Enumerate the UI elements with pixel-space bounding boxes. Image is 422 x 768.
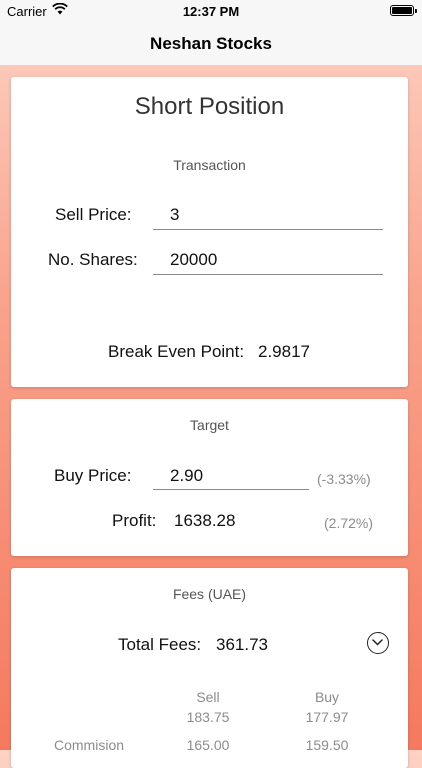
sell-price-underline — [153, 229, 383, 230]
sell-column-header: Sell — [196, 689, 220, 705]
shares-underline — [153, 274, 383, 275]
buy-change-percent: (-3.33%) — [317, 471, 371, 487]
total-fees-label: Total Fees: — [118, 635, 202, 654]
buy-column-header: Buy — [314, 689, 340, 705]
shares-input[interactable]: 20000 — [153, 246, 383, 276]
shares-label: No. Shares: — [48, 250, 138, 269]
break-even-value: 2.9817 — [258, 342, 310, 361]
buy-price-input[interactable]: 2.90 — [153, 462, 309, 492]
sell-total-value: 183.75 — [186, 709, 230, 725]
target-heading: Target — [190, 417, 229, 433]
buy-total-value: 177.97 — [305, 709, 349, 725]
profit-value: 1638.28 — [174, 511, 236, 530]
break-even-label: Break Even Point: — [108, 342, 245, 361]
fees-heading: Fees (UAE) — [172, 586, 247, 602]
total-fees-value: 361.73 — [216, 635, 268, 654]
nav-title: Neshan Stocks — [150, 34, 272, 53]
shares-value: 20000 — [170, 250, 218, 269]
chevron-down-icon — [372, 639, 383, 646]
sell-price-value: 3 — [170, 205, 180, 224]
target-card: Target Buy Price: 2.90 (-3.33%) Profit: … — [11, 399, 408, 556]
commission-sell-value: 165.00 — [186, 737, 230, 753]
buy-price-label: Buy Price: — [54, 466, 132, 485]
transaction-heading: Transaction — [173, 157, 246, 173]
commission-buy-value: 159.50 — [305, 737, 349, 753]
commission-label: Commision — [54, 737, 125, 753]
profit-percent: (2.72%) — [324, 515, 374, 531]
clock: 12:37 PM — [182, 4, 240, 19]
sell-price-input[interactable]: 3 — [153, 201, 383, 231]
fees-card: Fees (UAE) Total Fees: 361.73 Sell Buy 1… — [11, 568, 408, 768]
profit-label: Profit: — [112, 511, 157, 530]
buy-price-value: 2.90 — [170, 466, 204, 485]
navigation-bar: Neshan Stocks — [0, 22, 422, 66]
expand-fees-button[interactable] — [367, 632, 389, 654]
position-card: Short Position Transaction Sell Price: 3… — [11, 77, 408, 387]
sell-price-label: Sell Price: — [55, 205, 132, 224]
status-bar: Carrier 12:37 PM — [0, 0, 422, 22]
battery-icon — [390, 5, 417, 16]
buy-price-underline — [153, 489, 309, 490]
position-title: Short Position — [134, 93, 285, 120]
